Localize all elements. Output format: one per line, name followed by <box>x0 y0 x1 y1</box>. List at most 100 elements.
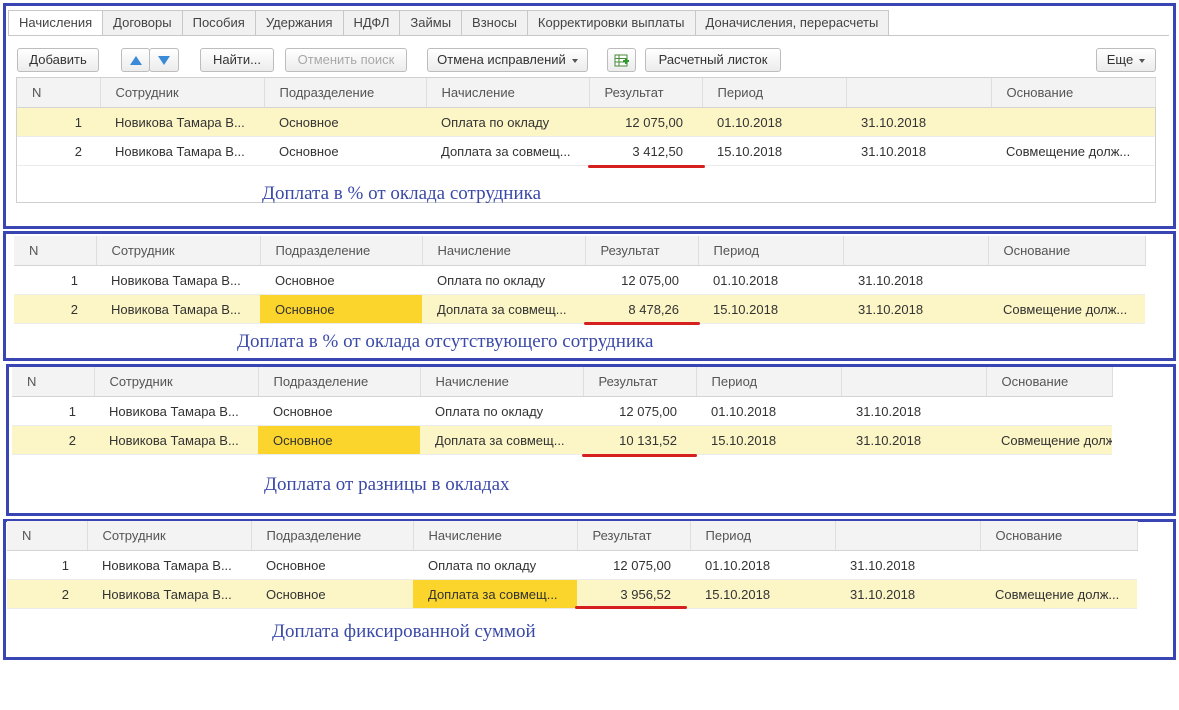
col-period-end[interactable] <box>841 367 987 397</box>
tab-deductions[interactable]: Удержания <box>254 10 344 35</box>
move-down-button[interactable] <box>149 48 179 72</box>
table-row[interactable]: 1 Новикова Тамара В... Основное Оплата п… <box>14 265 1145 295</box>
table-header: N Сотрудник Подразделение Начисление Рез… <box>14 236 1146 266</box>
cell-accrual: Доплата за совмещ... <box>420 425 583 455</box>
col-accrual[interactable]: Начисление <box>413 521 578 551</box>
cell-accrual: Оплата по окладу <box>426 107 589 137</box>
cell-n: 2 <box>7 579 87 609</box>
col-result[interactable]: Результат <box>577 521 691 551</box>
cell-accrual: Доплата за совмещ... <box>426 136 589 166</box>
tab-contracts[interactable]: Договоры <box>102 10 183 35</box>
cell-department: Основное <box>251 579 413 609</box>
arrow-down-icon <box>158 56 170 66</box>
col-department[interactable]: Подразделение <box>251 521 414 551</box>
cell-period-start: 15.10.2018 <box>690 579 835 609</box>
tab-payment-corrections[interactable]: Корректировки выплаты <box>526 10 696 35</box>
col-accrual[interactable]: Начисление <box>422 236 586 266</box>
result-underline <box>584 322 700 325</box>
table-row[interactable]: 2 Новикова Тамара В... Основное Доплата … <box>12 425 1112 455</box>
payslip-button[interactable]: Расчетный листок <box>645 48 781 72</box>
col-period-end[interactable] <box>843 236 989 266</box>
col-department[interactable]: Подразделение <box>260 236 423 266</box>
add-button[interactable]: Добавить <box>17 48 99 72</box>
tab-additional-accruals[interactable]: Доначисления, перерасчеты <box>694 10 890 35</box>
col-result[interactable]: Результат <box>589 78 703 108</box>
cancel-corrections-button[interactable]: Отмена исправлений <box>427 48 588 72</box>
cell-period-end: 31.10.2018 <box>846 107 991 137</box>
cell-employee: Новикова Тамара В... <box>87 550 251 580</box>
col-period[interactable]: Период <box>702 78 847 108</box>
col-employee[interactable]: Сотрудник <box>100 78 265 108</box>
col-department[interactable]: Подразделение <box>264 78 427 108</box>
col-employee[interactable]: Сотрудник <box>94 367 259 397</box>
tab-bar: Начисления Договоры Пособия Удержания НД… <box>8 10 890 36</box>
cell-basis: Совмещение долж... <box>980 579 1137 609</box>
tab-accruals[interactable]: Начисления <box>8 10 104 36</box>
col-n[interactable]: N <box>7 521 88 551</box>
table-row[interactable]: 2 Новикова Тамара В... Основное Доплата … <box>7 579 1137 609</box>
more-button[interactable]: Еще <box>1096 48 1156 72</box>
more-label: Еще <box>1106 52 1134 67</box>
cell-period-end: 31.10.2018 <box>843 265 988 295</box>
cell-accrual: Доплата за совмещ... <box>413 579 577 609</box>
cell-period-end: 31.10.2018 <box>843 294 988 324</box>
tab-ndfl[interactable]: НДФЛ <box>342 10 401 35</box>
cell-result: 10 131,52 <box>583 425 696 455</box>
move-up-button[interactable] <box>121 48 150 72</box>
cell-result: 8 478,26 <box>585 294 698 324</box>
arrow-up-icon <box>129 56 142 66</box>
table-row[interactable]: 1 Новикова Тамара В... Основное Оплата п… <box>12 396 1112 426</box>
col-accrual[interactable]: Начисление <box>426 78 590 108</box>
cell-n: 1 <box>7 550 87 580</box>
table-settings-button[interactable] <box>607 48 636 72</box>
table-row[interactable]: 2 Новикова Тамара В... Основное Доплата … <box>17 136 1155 166</box>
result-underline <box>582 454 697 457</box>
cell-n: 2 <box>12 425 94 455</box>
table-row[interactable]: 1 Новикова Тамара В... Основное Оплата п… <box>7 550 1137 580</box>
cell-period-end: 31.10.2018 <box>835 579 980 609</box>
col-period[interactable]: Период <box>698 236 844 266</box>
find-button[interactable]: Найти... <box>200 48 274 72</box>
tab-benefits[interactable]: Пособия <box>181 10 256 35</box>
table-header: N Сотрудник Подразделение Начисление Рез… <box>7 521 1138 551</box>
col-basis[interactable]: Основание <box>991 78 1156 108</box>
col-n[interactable]: N <box>17 78 101 108</box>
col-period-end[interactable] <box>835 521 981 551</box>
tab-contributions[interactable]: Взносы <box>461 10 528 35</box>
col-accrual[interactable]: Начисление <box>420 367 584 397</box>
col-period-end[interactable] <box>846 78 992 108</box>
col-period[interactable]: Период <box>696 367 842 397</box>
cell-accrual: Оплата по окладу <box>420 396 583 426</box>
result-underline <box>588 165 705 168</box>
cell-employee: Новикова Тамара В... <box>96 294 260 324</box>
col-basis[interactable]: Основание <box>986 367 1113 397</box>
col-n[interactable]: N <box>14 236 97 266</box>
cell-basis <box>991 107 1155 137</box>
table-row[interactable]: 2 Новикова Тамара В... Основное Доплата … <box>14 294 1145 324</box>
table-row[interactable]: 1 Новикова Тамара В... Основное Оплата п… <box>17 107 1155 137</box>
cell-accrual: Доплата за совмещ... <box>422 294 585 324</box>
tab-loans[interactable]: Займы <box>399 10 463 35</box>
cell-n: 1 <box>17 107 100 137</box>
cell-period-end: 31.10.2018 <box>841 425 986 455</box>
table-header: N Сотрудник Подразделение Начисление Рез… <box>12 367 1113 397</box>
cell-result: 3 412,50 <box>589 136 702 166</box>
col-basis[interactable]: Основание <box>988 236 1146 266</box>
cancel-search-button[interactable]: Отменить поиск <box>285 48 407 72</box>
cell-result: 12 075,00 <box>577 550 690 580</box>
col-result[interactable]: Результат <box>585 236 699 266</box>
cell-employee: Новикова Тамара В... <box>100 136 264 166</box>
panel-caption: Доплата в % от оклада отсутствующего сот… <box>237 331 654 352</box>
cell-n: 1 <box>14 265 96 295</box>
col-employee[interactable]: Сотрудник <box>87 521 252 551</box>
col-department[interactable]: Подразделение <box>258 367 421 397</box>
col-result[interactable]: Результат <box>583 367 697 397</box>
cell-period-start: 01.10.2018 <box>702 107 846 137</box>
cell-basis <box>986 396 1112 426</box>
result-underline <box>575 606 687 609</box>
cell-result: 12 075,00 <box>589 107 702 137</box>
col-n[interactable]: N <box>12 367 95 397</box>
col-period[interactable]: Период <box>690 521 836 551</box>
col-employee[interactable]: Сотрудник <box>96 236 261 266</box>
col-basis[interactable]: Основание <box>980 521 1138 551</box>
